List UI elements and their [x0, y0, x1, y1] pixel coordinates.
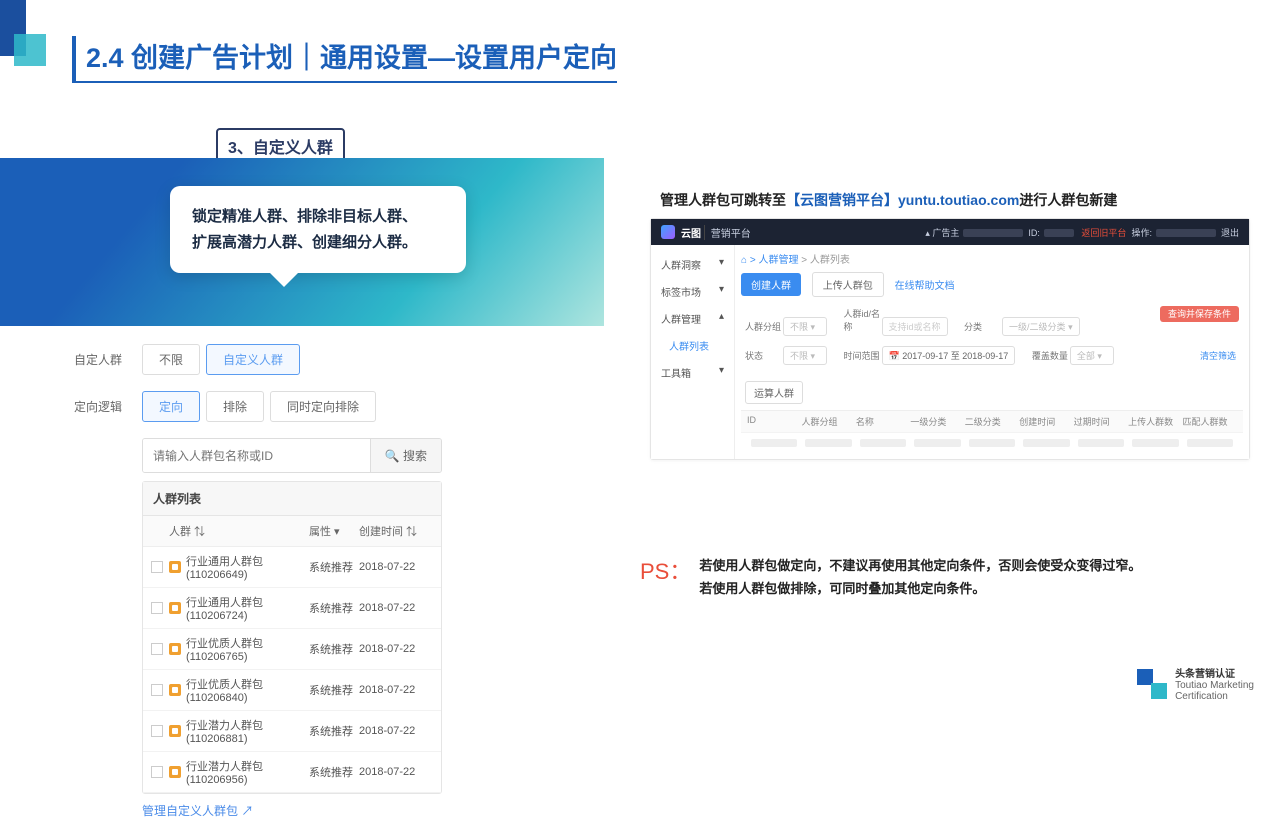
table-row[interactable]: 行业潜力人群包 (110206881)系统推荐2018-07-22 — [143, 711, 441, 752]
package-icon — [169, 602, 181, 614]
yuntu-logo-icon — [661, 225, 675, 239]
package-icon — [169, 766, 181, 778]
chevron-down-icon: ▾ — [719, 284, 724, 299]
table-row[interactable]: 行业优质人群包 (110206765)系统推荐2018-07-22 — [143, 629, 441, 670]
package-icon — [169, 684, 181, 696]
certification-badge: 头条营销认证Toutiao MarketingCertification — [1137, 665, 1254, 702]
search-box: 🔍 搜索 — [142, 438, 442, 473]
row-label: 定向逻辑 — [74, 398, 142, 415]
sidebar-item[interactable]: 标签市场▾ — [651, 278, 734, 305]
search-button[interactable]: 🔍 搜索 — [370, 439, 441, 472]
package-icon — [169, 561, 181, 573]
logout-link[interactable]: 退出 — [1221, 228, 1239, 238]
checkbox[interactable] — [151, 643, 163, 655]
sidebar-item[interactable]: 人群管理▴ — [651, 305, 734, 332]
filter-input[interactable]: 支持id或名称 — [882, 317, 948, 336]
chevron-down-icon: ▾ — [719, 365, 724, 380]
option-unlimited[interactable]: 不限 — [142, 344, 200, 375]
package-icon — [169, 643, 181, 655]
clear-link[interactable]: 清空筛选 — [1197, 346, 1239, 365]
filter-select[interactable]: 不限 ▾ — [783, 346, 827, 365]
option-exclude[interactable]: 排除 — [206, 391, 264, 422]
checkbox[interactable] — [151, 725, 163, 737]
col-head: 人群 ⇅ — [151, 523, 309, 539]
yuntu-platform-screenshot: 云图 营销平台 ▴ 广告主 ID: 返回旧平台 操作: 退出 人群洞察▾ 标签市… — [650, 218, 1250, 460]
checkbox[interactable] — [151, 766, 163, 778]
sidebar-item-active[interactable]: 人群列表 — [651, 332, 734, 359]
checkbox[interactable] — [151, 561, 163, 573]
slide-title: 2.4 创建广告计划｜通用设置—设置用户定向 — [72, 36, 617, 83]
bubble-line: 扩展高潜力人群、创建细分人群。 — [192, 230, 444, 256]
sidebar-item[interactable]: 人群洞察▾ — [651, 251, 734, 278]
create-button[interactable]: 创建人群 — [741, 273, 801, 296]
right-heading: 管理人群包可跳转至【云图营销平台】yuntu.toutiao.com进行人群包新… — [660, 190, 1117, 210]
filter-select[interactable]: 不限 ▾ — [783, 317, 827, 336]
sidebar-item[interactable]: 工具箱▾ — [651, 359, 734, 386]
date-range[interactable]: 📅 2017-09-17 至 2018-09-17 — [882, 346, 1016, 365]
slide-corner-decoration — [0, 0, 46, 74]
cert-logo-icon — [1137, 669, 1167, 699]
query-button[interactable]: 查询并保存条件 — [1160, 306, 1239, 322]
table-row[interactable]: 行业通用人群包 (110206649)系统推荐2018-07-22 — [143, 547, 441, 588]
platform-sidebar: 人群洞察▾ 标签市场▾ 人群管理▴ 人群列表 工具箱▾ — [651, 245, 735, 459]
audience-table: 人群列表 人群 ⇅ 属性 ▾ 创建时间 ⇅ 行业通用人群包 (110206649… — [142, 481, 442, 794]
package-icon — [169, 725, 181, 737]
ps-note: PS： 若使用人群包做定向，不建议再使用其他定向条件，否则会使受众变得过窄。 若… — [640, 554, 1240, 601]
row-label: 自定人群 — [74, 351, 142, 368]
chevron-up-icon: ▴ — [719, 311, 724, 326]
search-input[interactable] — [143, 439, 370, 472]
bubble-line: 锁定精准人群、排除非目标人群、 — [192, 204, 444, 230]
option-custom[interactable]: 自定义人群 — [206, 344, 300, 375]
ps-label: PS： — [640, 554, 691, 586]
table-row[interactable]: 行业潜力人群包 (110206956)系统推荐2018-07-22 — [143, 752, 441, 793]
filter-select[interactable]: 一级/二级分类 ▾ — [1002, 317, 1080, 336]
chevron-down-icon: ▾ — [719, 257, 724, 272]
audience-panel: 自定人群 不限 自定义人群 定向逻辑 定向 排除 同时定向排除 🔍 搜索 人群列… — [74, 344, 474, 819]
table-row[interactable]: 行业优质人群包 (110206840)系统推荐2018-07-22 — [143, 670, 441, 711]
col-head: 属性 ▾ — [309, 523, 359, 539]
upload-button[interactable]: 上传人群包 — [812, 272, 884, 297]
manage-link[interactable]: 管理自定义人群包 ↗ — [142, 802, 253, 819]
filter-select[interactable]: 全部 ▾ — [1070, 346, 1114, 365]
help-link[interactable]: 在线帮助文档 — [895, 277, 955, 292]
option-both[interactable]: 同时定向排除 — [270, 391, 376, 422]
checkbox[interactable] — [151, 684, 163, 696]
callout-bubble: 锁定精准人群、排除非目标人群、 扩展高潜力人群、创建细分人群。 — [170, 186, 466, 273]
table-title: 人群列表 — [143, 482, 441, 516]
col-head: 创建时间 ⇅ — [359, 523, 433, 539]
breadcrumb: ⌂ > 人群管理 > 人群列表 — [741, 251, 1243, 266]
back-link[interactable]: 返回旧平台 — [1081, 228, 1126, 238]
option-target[interactable]: 定向 — [142, 391, 200, 422]
compute-tab[interactable]: 运算人群 — [745, 381, 803, 404]
checkbox[interactable] — [151, 602, 163, 614]
table-row[interactable]: 行业通用人群包 (110206724)系统推荐2018-07-22 — [143, 588, 441, 629]
platform-topbar: 云图 营销平台 ▴ 广告主 ID: 返回旧平台 操作: 退出 — [651, 219, 1249, 245]
